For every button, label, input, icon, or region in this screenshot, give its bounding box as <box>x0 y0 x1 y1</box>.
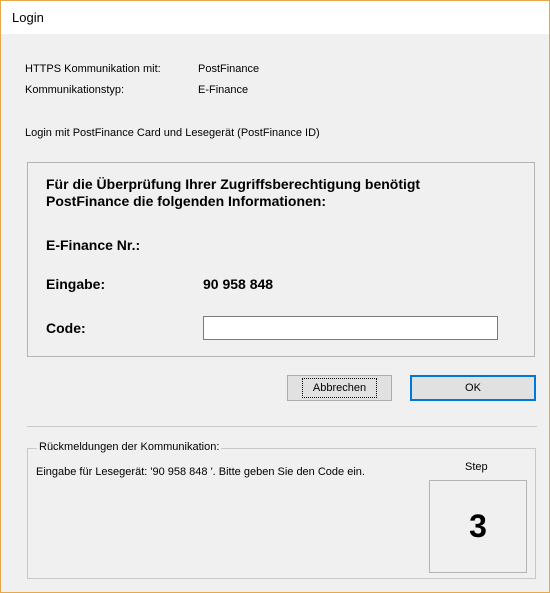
title-bar[interactable]: Login <box>1 1 549 34</box>
code-input[interactable] <box>203 316 498 340</box>
feedback-legend: Rückmeldungen der Kommunikation: <box>37 441 222 453</box>
separator <box>27 426 537 427</box>
https-label: HTTPS Kommunikation mit: <box>25 63 161 75</box>
ok-button[interactable]: OK <box>410 375 536 401</box>
window-title: Login <box>12 10 44 25</box>
authorization-heading-line2: PostFinance die folgenden Informationen: <box>46 193 327 209</box>
login-method-text: Login mit PostFinance Card und Lesegerät… <box>25 127 320 139</box>
efinance-number-label: E-Finance Nr.: <box>46 237 141 253</box>
cancel-button-label: Abbrechen <box>301 378 378 398</box>
step-number: 3 <box>469 508 487 544</box>
login-window: Login HTTPS Kommunikation mit: PostFinan… <box>0 0 550 593</box>
step-box: 3 <box>429 480 527 573</box>
communication-type-label: Kommunikationstyp: <box>25 84 125 96</box>
authorization-heading-line1: Für die Überprüfung Ihrer Zugriffsberech… <box>46 176 421 192</box>
eingabe-label: Eingabe: <box>46 276 106 292</box>
feedback-message: Eingabe für Lesegerät: '90 958 848 '. Bi… <box>36 466 365 478</box>
eingabe-value: 90 958 848 <box>203 276 274 292</box>
communication-type-value: E-Finance <box>198 84 249 96</box>
cancel-button[interactable]: Abbrechen <box>287 375 392 401</box>
https-value: PostFinance <box>198 63 260 75</box>
step-label: Step <box>465 461 488 473</box>
code-label: Code: <box>46 320 86 336</box>
ok-button-label: OK <box>465 382 481 394</box>
